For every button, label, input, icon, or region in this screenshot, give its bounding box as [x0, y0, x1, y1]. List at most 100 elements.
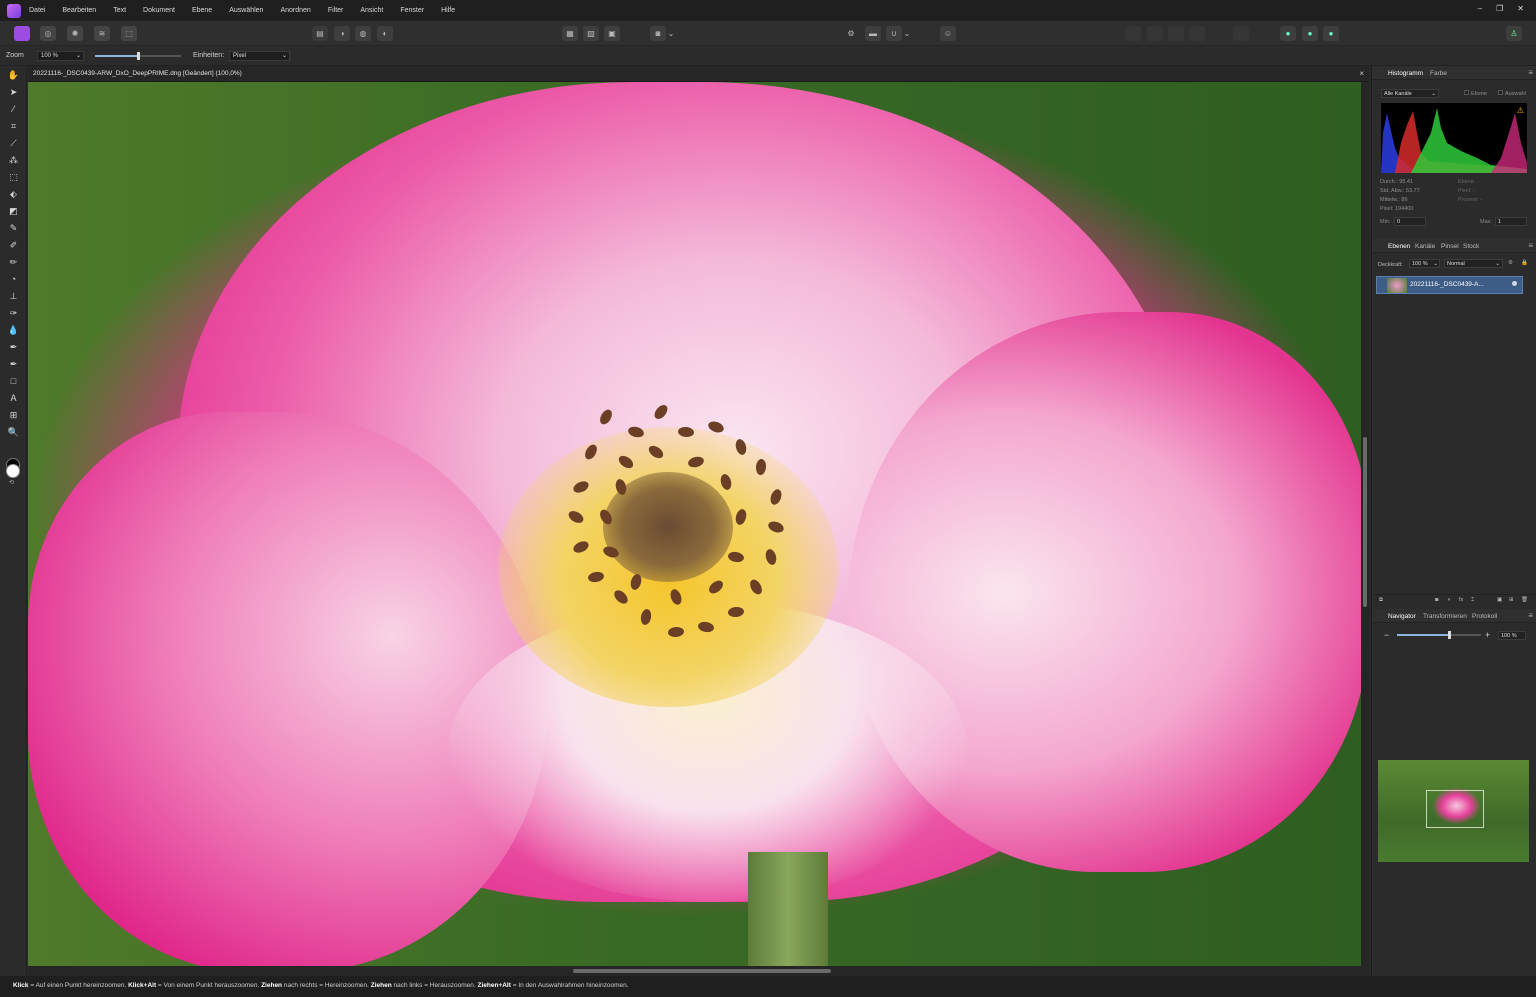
gear-icon[interactable]: ⚙	[1508, 260, 1513, 266]
assistant-icon[interactable]: ⚙	[843, 26, 859, 41]
menu-auswaehlen[interactable]: Auswählen	[229, 7, 263, 14]
layer-options-icon[interactable]: ⧉	[1379, 597, 1383, 604]
menu-fenster[interactable]: Fenster	[400, 7, 424, 14]
gradient-tool-icon[interactable]: ◩	[7, 205, 20, 217]
deselect-icon[interactable]: ▧	[583, 26, 599, 41]
snapping-icon[interactable]: ▬	[865, 26, 881, 41]
zoom-out-icon[interactable]: −	[1384, 630, 1389, 640]
color-picker-tool-icon[interactable]: ⁄	[7, 103, 20, 115]
chevron-down-icon[interactable]: ⌄	[902, 26, 912, 41]
app-logo[interactable]	[7, 3, 21, 18]
arrange-backward-icon[interactable]	[1147, 26, 1163, 41]
mesh-warp-tool-icon[interactable]: ⊞	[7, 409, 20, 421]
auto-colors-icon[interactable]: ◍	[355, 26, 371, 41]
tab-navigator[interactable]: Navigator	[1388, 613, 1416, 620]
selection-icon[interactable]: ▦	[562, 26, 578, 41]
layer-checkbox[interactable]	[1464, 90, 1469, 95]
max-field[interactable]: 1	[1495, 217, 1527, 226]
histogram-option-layer[interactable]: Ebene	[1464, 90, 1487, 97]
restore-icon[interactable]: ❐	[1496, 4, 1503, 13]
quick-mask-icon[interactable]: ◙	[650, 26, 666, 41]
tab-kanaele[interactable]: Kanäle	[1415, 243, 1435, 250]
panel-menu-icon[interactable]: ≡	[1528, 611, 1533, 620]
menu-ansicht[interactable]: Ansicht	[360, 7, 383, 14]
menu-hilfe[interactable]: Hilfe	[441, 7, 455, 14]
chevron-down-icon[interactable]: ⌄	[666, 26, 676, 41]
burn-tool-icon[interactable]: ◔	[7, 273, 20, 285]
menu-ebene[interactable]: Ebene	[192, 7, 212, 14]
panel-menu-icon[interactable]: ≡	[1528, 68, 1533, 77]
live-filter-icon[interactable]: fx	[1459, 597, 1463, 603]
boolean-add-icon[interactable]: ●	[1280, 26, 1296, 41]
crop-tool-icon[interactable]: ⌗	[7, 120, 20, 132]
zoom-tool-icon[interactable]: 🔍	[7, 426, 20, 438]
tone-mapping-persona-icon[interactable]: ≋	[94, 26, 110, 41]
group-layer-icon[interactable]: ▣	[1497, 597, 1502, 603]
pixel-layer-icon[interactable]: ⌶	[1471, 597, 1474, 604]
menu-filter[interactable]: Filter	[328, 7, 344, 14]
layer-row[interactable]: 20221116-_DSC0439-A...	[1376, 276, 1523, 294]
document-tab[interactable]: 20221116-_DSC0439-ARW_DxO_DeepPRIME.dng …	[28, 66, 1370, 82]
photo-persona-icon[interactable]	[14, 26, 30, 41]
selection-checkbox[interactable]	[1498, 90, 1503, 95]
arrange-forward-icon[interactable]	[1168, 26, 1184, 41]
invert-selection-icon[interactable]: ▣	[604, 26, 620, 41]
zoom-value-field[interactable]: 100 % ⌄	[37, 51, 84, 61]
auto-contrast-icon[interactable]: ◑	[334, 26, 350, 41]
blur-tool-icon[interactable]: 💧	[7, 324, 20, 336]
straighten-tool-icon[interactable]: ⟋	[7, 137, 20, 149]
account-icon[interactable]: ♙	[1506, 26, 1522, 41]
tab-pinsel[interactable]: Pinsel	[1441, 243, 1459, 250]
liquify-persona-icon[interactable]: ◎	[40, 26, 56, 41]
arrange-back-icon[interactable]	[1125, 26, 1141, 41]
chevron-down-icon[interactable]: ⌄	[1495, 260, 1500, 268]
flood-fill-tool-icon[interactable]: ⬖	[7, 188, 20, 200]
add-layer-icon[interactable]: ⊞	[1509, 597, 1514, 603]
export-persona-icon[interactable]: ⬚	[121, 26, 137, 41]
paint-brush-tool-icon[interactable]: ✎	[7, 222, 20, 234]
chevron-down-icon[interactable]: ⌄	[1433, 260, 1438, 268]
delete-layer-icon[interactable]: 🗑	[1521, 597, 1528, 603]
close-window-icon[interactable]: ✕	[1517, 4, 1524, 13]
view-tool-icon[interactable]: ✋	[7, 69, 20, 81]
units-select[interactable]: Pixel ⌄	[229, 51, 290, 61]
opacity-field[interactable]: 100 % ⌄	[1409, 259, 1440, 268]
text-tool-icon[interactable]: A	[7, 392, 20, 404]
chevron-down-icon[interactable]: ⌄	[282, 52, 287, 61]
menu-anordnen[interactable]: Anordnen	[280, 7, 310, 14]
dodge-tool-icon[interactable]: ✏	[7, 256, 20, 268]
swap-colors-icon[interactable]: ⟲	[9, 479, 14, 486]
tab-transformieren[interactable]: Transformieren	[1423, 613, 1467, 620]
vertical-scroll-thumb[interactable]	[1363, 437, 1367, 607]
lock-icon[interactable]: 🔒	[1521, 260, 1528, 266]
min-field[interactable]: 0	[1394, 217, 1426, 226]
layer-visibility-icon[interactable]	[1512, 281, 1517, 286]
primary-color-swatch[interactable]	[6, 464, 20, 478]
chevron-down-icon[interactable]: ⌄	[76, 52, 81, 61]
panel-menu-icon[interactable]: ≡	[1528, 241, 1533, 250]
navigator-zoom-field[interactable]: 100 %	[1498, 631, 1526, 640]
mask-layer-icon[interactable]: ◙	[1435, 597, 1438, 603]
histogram-option-selection[interactable]: Auswahl	[1498, 90, 1526, 97]
blend-mode-select[interactable]: Normal ⌄	[1444, 259, 1503, 268]
healing-brush-tool-icon[interactable]: ✑	[7, 307, 20, 319]
zoom-in-icon[interactable]: +	[1485, 630, 1490, 640]
minimize-icon[interactable]: –	[1478, 4, 1482, 13]
menu-bearbeiten[interactable]: Bearbeiten	[62, 7, 96, 14]
auto-levels-icon[interactable]: ▤	[312, 26, 328, 41]
tab-histogram[interactable]: Histogramm	[1388, 70, 1423, 77]
boolean-intersect-icon[interactable]: ●	[1323, 26, 1339, 41]
move-tool-icon[interactable]: ➤	[7, 86, 20, 98]
pen-tool-icon[interactable]: ✒	[7, 358, 20, 370]
tab-ebenen[interactable]: Ebenen	[1388, 243, 1410, 250]
navigator-preview[interactable]	[1378, 760, 1529, 862]
menu-text[interactable]: Text	[113, 7, 126, 14]
navigator-slider-handle[interactable]	[1448, 631, 1451, 639]
document-canvas[interactable]	[28, 82, 1361, 966]
zoom-slider-handle[interactable]	[137, 52, 140, 60]
boolean-subtract-icon[interactable]: ●	[1302, 26, 1318, 41]
red-eye-tool-icon[interactable]: ✒	[7, 341, 20, 353]
develop-persona-icon[interactable]: ✺	[67, 26, 83, 41]
chevron-down-icon[interactable]: ⌄	[1431, 90, 1436, 98]
menu-datei[interactable]: Datei	[29, 7, 45, 14]
